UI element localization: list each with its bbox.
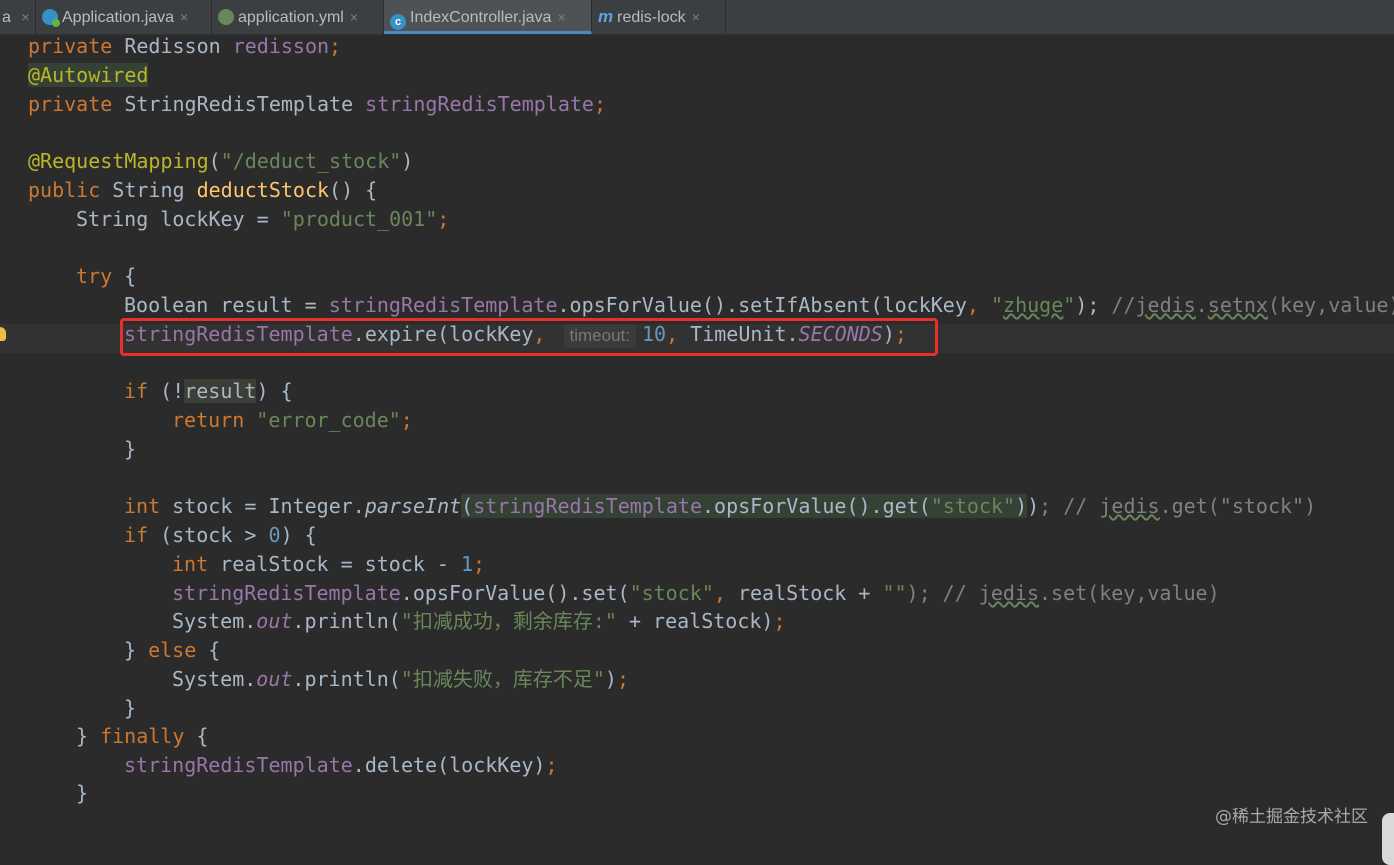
lightbulb-icon[interactable]: [0, 327, 6, 341]
code-line: Boolean result = stringRedisTemplate.ops…: [124, 293, 1394, 317]
code-line: @RequestMapping("/deduct_stock"): [28, 149, 414, 173]
code-line: int realStock = stock - 1;: [172, 552, 486, 576]
code-line: int stock = Integer.parseInt(stringRedis…: [124, 494, 1317, 518]
code-line: System.out.println("扣减成功，剩余库存:" + realSt…: [172, 609, 786, 633]
code-line: stringRedisTemplate.delete(lockKey);: [124, 753, 558, 777]
code-line: } else {: [124, 638, 221, 662]
code-line: try {: [76, 264, 137, 288]
close-icon[interactable]: ×: [692, 9, 700, 25]
code-line: }: [124, 696, 137, 720]
class-c-icon: c: [390, 14, 406, 30]
side-float-button[interactable]: [1382, 813, 1394, 865]
code-line: public String deductStock() {: [28, 178, 378, 202]
tab-redis-lock[interactable]: m redis-lock ×: [592, 0, 726, 34]
code-line: String lockKey = "product_001";: [76, 207, 450, 231]
maven-m-icon: m: [598, 7, 614, 26]
code-line: }: [76, 781, 89, 805]
editor-tab-bar: a × Application.java × application.yml × c…: [0, 0, 1394, 35]
code-line: if (!result) {: [124, 379, 293, 403]
tab-label: a: [2, 9, 11, 26]
spring-yml-icon: [218, 9, 234, 25]
highlight-box: [120, 318, 938, 356]
tab-label: IndexController.java: [410, 9, 552, 26]
tab-index-controller[interactable]: c IndexController.java ×: [384, 0, 592, 34]
watermark: @稀土掘金技术社区: [1215, 807, 1368, 827]
tab-application-yml[interactable]: application.yml ×: [212, 0, 384, 34]
tab-label: Application.java: [62, 9, 175, 26]
code-line: } finally {: [76, 724, 209, 748]
code-line: @Autowired: [28, 63, 149, 87]
close-icon[interactable]: ×: [557, 9, 565, 25]
tab-label: redis-lock: [617, 9, 686, 26]
code-line: }: [124, 437, 137, 461]
close-icon[interactable]: ×: [180, 9, 188, 25]
code-line: private Redisson redisson;: [28, 34, 342, 58]
tab-truncated[interactable]: a ×: [0, 0, 36, 34]
tab-application-java[interactable]: Application.java ×: [36, 0, 212, 34]
code-line: return "error_code";: [172, 408, 413, 432]
tab-label: application.yml: [238, 9, 344, 26]
code-line: System.out.println("扣减失败，库存不足");: [172, 667, 629, 691]
code-line: private StringRedisTemplate stringRedisT…: [28, 92, 606, 116]
close-icon[interactable]: ×: [350, 9, 358, 25]
close-icon[interactable]: ×: [21, 9, 29, 25]
code-line: if (stock > 0) {: [124, 523, 317, 547]
java-class-run-icon: [42, 9, 60, 27]
code-editor[interactable]: private Redisson redisson; @Autowired pr…: [0, 34, 1394, 865]
code-line: stringRedisTemplate.opsForValue().set("s…: [172, 581, 1220, 605]
